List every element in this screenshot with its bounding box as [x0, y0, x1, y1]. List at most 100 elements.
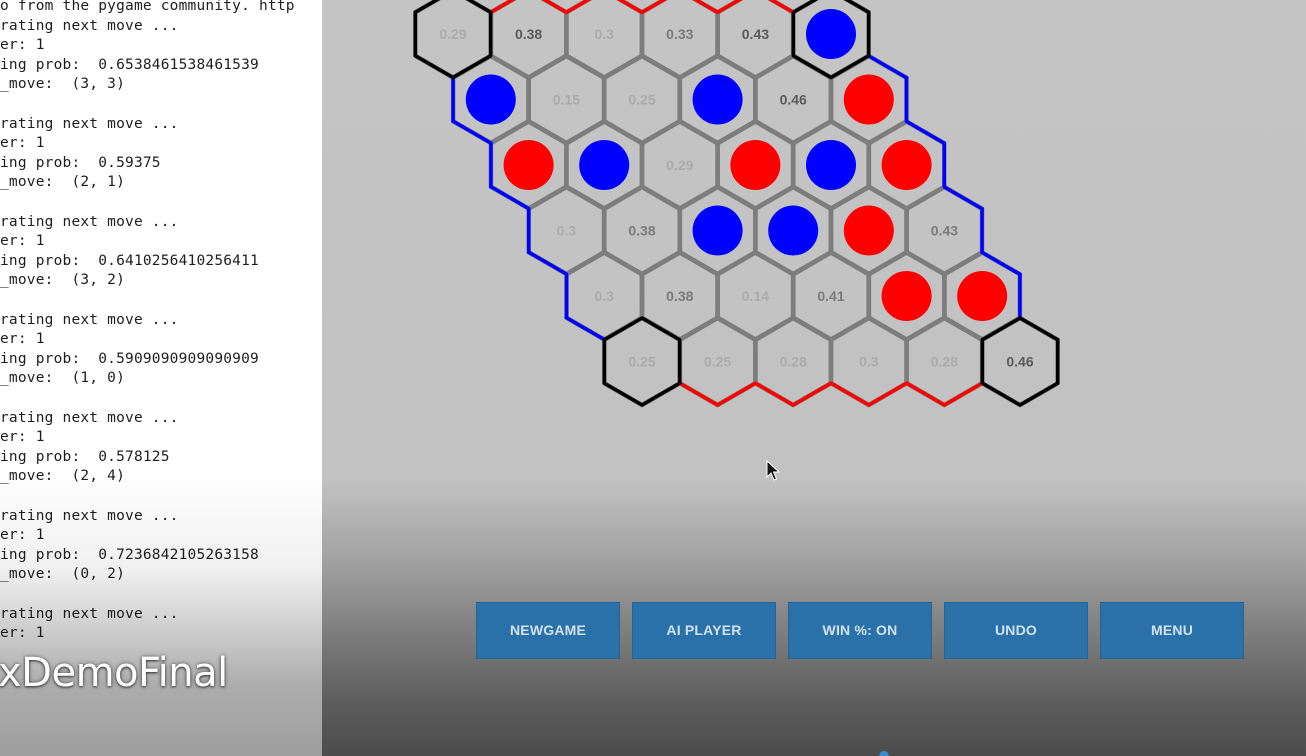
hex-edge — [942, 315, 985, 342]
hex-edge — [828, 315, 872, 342]
win-probability-label[interactable]: 0.14 — [742, 288, 769, 304]
hex-edge — [715, 119, 758, 146]
terminal-line: _move: (2, 1) — [0, 174, 126, 191]
red-stone[interactable] — [843, 205, 894, 256]
hex-edge — [526, 119, 569, 146]
terminal-line: er: 1 — [0, 37, 45, 54]
hex-edge — [828, 250, 871, 277]
win-probability-label[interactable]: 0.33 — [666, 26, 693, 42]
terminal-line: _move: (1, 0) — [0, 370, 126, 387]
win-probability-label[interactable]: 0.38 — [628, 223, 655, 239]
win-probability-label[interactable]: 0.38 — [515, 26, 542, 42]
video-title-overlay: xDemoFinal — [0, 650, 228, 696]
win-probability-label[interactable]: 0.3 — [594, 26, 614, 42]
terminal-line: er: 1 — [0, 429, 45, 446]
blue-stone[interactable] — [768, 205, 819, 256]
undo-button[interactable]: UNDO — [944, 602, 1088, 659]
hex-edge — [904, 119, 947, 145]
win-percent-toggle-button[interactable]: WIN %: ON — [788, 602, 932, 659]
win-probability-label[interactable]: 0.29 — [439, 26, 466, 42]
hex-edge — [601, 119, 645, 146]
hex-edge — [904, 381, 947, 407]
new-game-button[interactable]: NEWGAME — [476, 602, 620, 659]
hex-edge — [489, 0, 516, 14]
red-stone[interactable] — [957, 271, 1008, 321]
terminal-line: _move: (3, 2) — [0, 272, 126, 289]
win-probability-label[interactable]: 0.15 — [553, 92, 580, 108]
hex-edge — [828, 119, 871, 146]
blue-stone[interactable] — [579, 140, 630, 190]
terminal-line: rating next move ... — [0, 605, 179, 622]
menu-button[interactable]: MENU — [1100, 602, 1244, 659]
win-probability-label[interactable]: 0.29 — [666, 157, 693, 173]
terminal-line: er: 1 — [0, 331, 45, 348]
hex-edge — [602, 53, 645, 80]
terminal-line: ing prob: 0.7236842105263158 — [0, 546, 259, 563]
blue-stone[interactable] — [806, 9, 856, 59]
win-probability-label[interactable]: 0.3 — [594, 288, 614, 304]
terminal-window[interactable]: o from the pygame community. http rating … — [0, 0, 322, 756]
hex-edge — [942, 381, 984, 407]
hex-edge — [829, 381, 871, 407]
win-probability-label[interactable]: 0.3 — [859, 354, 879, 370]
hex-edge — [980, 250, 1022, 276]
hex-edge — [639, 53, 682, 80]
red-stone[interactable] — [881, 140, 932, 190]
blue-stone[interactable] — [692, 74, 743, 125]
ai-player-button[interactable]: AI PLAYER — [632, 602, 776, 659]
blue-stone[interactable] — [692, 205, 743, 256]
red-stone[interactable] — [881, 271, 932, 321]
hex-edge — [564, 0, 592, 14]
blue-stone[interactable] — [465, 74, 516, 125]
hex-edge — [753, 53, 796, 80]
hex-edge — [488, 119, 531, 146]
terminal-line: rating next move ... — [0, 213, 179, 230]
hex-edge — [866, 250, 909, 277]
hex-edge — [828, 184, 872, 211]
hex-edge — [768, 0, 795, 14]
hex-edge — [866, 119, 909, 146]
win-probability-label[interactable]: 0.28 — [931, 354, 958, 370]
hex-edge — [866, 184, 909, 211]
hex-edge — [715, 184, 758, 211]
terminal-line: ing prob: 0.59375 — [0, 154, 161, 171]
terminal-line: o from the pygame community. http — [0, 0, 295, 14]
hex-edge — [677, 315, 720, 342]
win-probability-label[interactable]: 0.25 — [628, 92, 655, 108]
hex-edge — [904, 184, 947, 211]
win-probability-label[interactable]: 0.25 — [704, 354, 731, 370]
hex-edge — [904, 250, 947, 277]
hex-edge — [942, 185, 984, 211]
terminal-line: er: 1 — [0, 625, 45, 642]
hex-edge — [753, 184, 796, 211]
red-stone[interactable] — [843, 74, 894, 125]
hex-edge — [867, 54, 909, 80]
hex-edge — [677, 119, 720, 146]
hex-edge — [639, 119, 683, 146]
red-stone[interactable] — [730, 140, 781, 190]
win-probability-label[interactable]: 0.43 — [931, 223, 958, 239]
terminal-line: rating next move ... — [0, 115, 179, 132]
hex-edge — [942, 250, 985, 277]
game-window[interactable]: 0.29 0.38 0.3 0.33 0.43 0.15 0.25 0.46 0.29 0.3 0.… — [322, 0, 1306, 756]
win-probability-label[interactable]: 0.46 — [780, 92, 807, 108]
hex-edge — [715, 381, 758, 407]
hex-edge — [564, 316, 606, 342]
win-probability-label[interactable]: 0.3 — [557, 223, 577, 239]
hex-grid-lines — [413, 0, 1060, 408]
hex-edge — [677, 250, 720, 277]
hex-edge — [791, 119, 834, 146]
win-probability-label[interactable]: 0.46 — [1006, 354, 1033, 370]
win-probability-label[interactable]: 0.38 — [666, 288, 693, 304]
terminal-line: rating next move ... — [0, 507, 179, 524]
win-probability-label[interactable]: 0.28 — [780, 354, 807, 370]
blue-stone[interactable] — [806, 140, 856, 190]
hex-edge — [564, 250, 607, 277]
win-probability-label[interactable]: 0.43 — [742, 26, 769, 42]
hex-edge — [715, 0, 743, 14]
win-probability-label[interactable]: 0.41 — [817, 288, 844, 304]
hex-edge — [715, 250, 758, 277]
hex-edge — [526, 53, 569, 80]
win-probability-label[interactable]: 0.25 — [628, 354, 655, 370]
red-stone[interactable] — [503, 140, 554, 190]
